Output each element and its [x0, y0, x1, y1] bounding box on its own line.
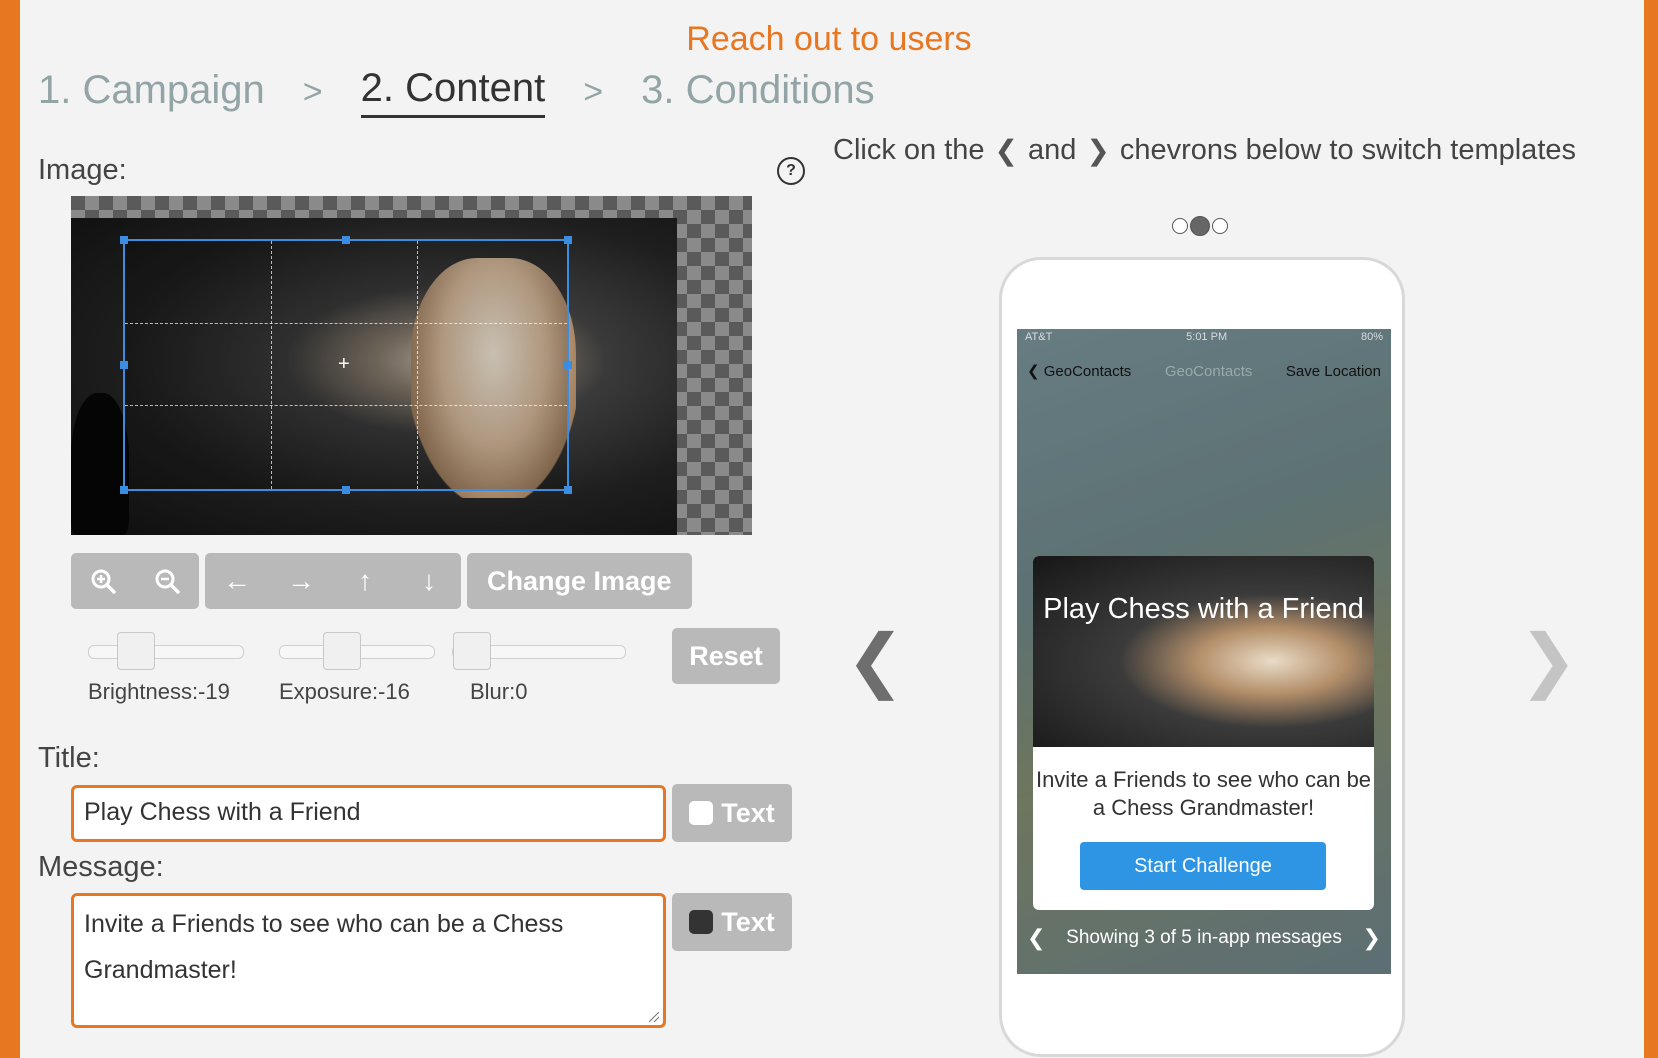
step-content[interactable]: 2. Content [360, 66, 546, 118]
crop-grid-line [270, 241, 272, 489]
step-conditions[interactable]: 3. Conditions [641, 68, 874, 117]
blur-slider[interactable] [452, 632, 626, 670]
arrow-down-icon: ↓ [422, 565, 436, 596]
crop-handle-e[interactable] [564, 361, 572, 369]
brightness-slider-thumb[interactable] [117, 632, 155, 670]
title-color-swatch [689, 801, 714, 825]
crop-grid-line [125, 404, 567, 406]
dark-pawn [71, 393, 129, 535]
crop-handle-n[interactable] [342, 236, 350, 244]
arrow-right-icon: → [287, 565, 315, 596]
zoom-in-icon [91, 569, 116, 594]
battery-level: 80% [1360, 331, 1383, 343]
next-template-chevron-icon[interactable]: ❯ [1519, 625, 1578, 695]
pager-prev-icon[interactable]: ❮ [1027, 925, 1045, 951]
nav-save-location: Save Location [1285, 362, 1381, 380]
change-image-button[interactable]: Change Image [467, 553, 692, 609]
right-accent-border [1644, 0, 1658, 1058]
step-campaign[interactable]: 1. Campaign [38, 68, 265, 117]
reset-button[interactable]: Reset [672, 628, 780, 684]
message-color-swatch [689, 910, 714, 934]
in-app-message-card: Play Chess with a Friend Invite a Friend… [1033, 556, 1374, 910]
message-text-color-button[interactable]: Text [672, 893, 792, 951]
crop-center-icon: + [338, 353, 350, 375]
step-separator: > [583, 72, 604, 111]
move-down-button[interactable]: ↓ [397, 553, 461, 609]
image-label: Image: [38, 154, 127, 186]
arrow-up-icon: ↑ [358, 565, 372, 596]
move-left-button[interactable]: ← [205, 553, 269, 609]
pager-next-icon[interactable]: ❯ [1363, 925, 1381, 951]
zoom-out-icon [155, 569, 180, 594]
crop-handle-ne[interactable] [564, 236, 572, 244]
resize-grip-icon[interactable] [649, 1012, 659, 1022]
pager-text: Showing 3 of 5 in-app messages [1066, 927, 1342, 948]
crop-handle-w[interactable] [120, 361, 128, 369]
template-dot[interactable] [1172, 218, 1188, 234]
zoom-in-button[interactable] [71, 553, 135, 609]
message-textarea[interactable]: Invite a Friends to see who can be a Che… [71, 893, 666, 1028]
chevron-left-icon: ❮ [994, 135, 1018, 166]
left-accent-border [0, 0, 20, 1058]
page-title: Reach out to users [686, 20, 972, 58]
hint-and: and [1027, 134, 1077, 166]
message-label: Message: [38, 851, 164, 883]
crop-handle-se[interactable] [564, 486, 572, 494]
step-separator: > [302, 72, 323, 111]
arrow-left-icon: ← [223, 565, 251, 596]
crop-handle-sw[interactable] [120, 486, 128, 494]
image-editor-canvas[interactable]: + [71, 196, 752, 535]
crop-handle-s[interactable] [342, 486, 350, 494]
template-dot-active[interactable] [1190, 216, 1210, 236]
template-hint: Click on the ❮ and ❯ chevrons below to s… [833, 134, 1576, 167]
wizard-steps: 1. Campaign > 2. Content > 3. Conditions [38, 66, 875, 118]
crop-box[interactable]: + [120, 236, 572, 494]
title-input[interactable]: Play Chess with a Friend [71, 785, 666, 842]
message-text-toggle-label: Text [721, 906, 775, 937]
status-time: 5:01 PM [1186, 331, 1228, 343]
nav-title: GeoContacts [1164, 362, 1253, 380]
brightness-label: Brightness:-19 [88, 679, 230, 704]
crop-grid-line [125, 322, 567, 324]
phone-preview: AT&T 5:01 PM 80% ❮ GeoContacts GeoContac… [999, 257, 1405, 1057]
title-text-color-button[interactable]: Text [672, 784, 792, 842]
image-toolbar: ← → ↑ ↓ Change Image [71, 553, 692, 609]
help-icon[interactable]: ? [777, 157, 805, 185]
template-indicator [1172, 216, 1228, 236]
message-preview-body: Invite a Friends to see who can be a Che… [1035, 767, 1372, 820]
phone-status-bar: AT&T 5:01 PM 80% [1017, 329, 1391, 349]
hint-prefix: Click on the [833, 134, 985, 166]
message-image [1033, 556, 1374, 747]
message-text: Invite a Friends to see who can be a Che… [84, 910, 564, 984]
chevron-right-icon: ❯ [1086, 135, 1110, 166]
crop-grid-line [416, 241, 418, 489]
crop-handle-nw[interactable] [120, 236, 128, 244]
move-up-button[interactable]: ↑ [333, 553, 397, 609]
exposure-slider-thumb[interactable] [323, 632, 361, 670]
title-text-toggle-label: Text [721, 797, 775, 828]
zoom-group [71, 553, 199, 609]
message-preview-title: Play Chess with a Friend [1043, 593, 1364, 625]
template-dot[interactable] [1212, 218, 1228, 234]
hint-suffix: chevrons below to switch templates [1119, 134, 1576, 166]
exposure-label: Exposure:-16 [279, 679, 410, 704]
move-right-button[interactable]: → [269, 553, 333, 609]
blur-slider-thumb[interactable] [453, 632, 491, 670]
brightness-slider[interactable] [88, 632, 244, 670]
phone-screen: AT&T 5:01 PM 80% ❮ GeoContacts GeoContac… [1017, 329, 1391, 974]
zoom-out-button[interactable] [135, 553, 199, 609]
pan-group: ← → ↑ ↓ [205, 553, 461, 609]
blur-label: Blur:0 [470, 679, 528, 704]
title-label: Title: [38, 742, 100, 774]
phone-nav-bar: ❮ GeoContacts GeoContacts Save Location [1017, 357, 1391, 385]
message-pager: ❮ Showing 3 of 5 in-app messages ❯ [1017, 925, 1391, 951]
exposure-slider[interactable] [279, 632, 435, 670]
nav-back-button: ❮ GeoContacts [1027, 363, 1132, 380]
start-challenge-button[interactable]: Start Challenge [1080, 842, 1326, 890]
carrier-label: AT&T [1025, 331, 1053, 343]
previous-template-chevron-icon[interactable]: ❮ [846, 625, 905, 695]
